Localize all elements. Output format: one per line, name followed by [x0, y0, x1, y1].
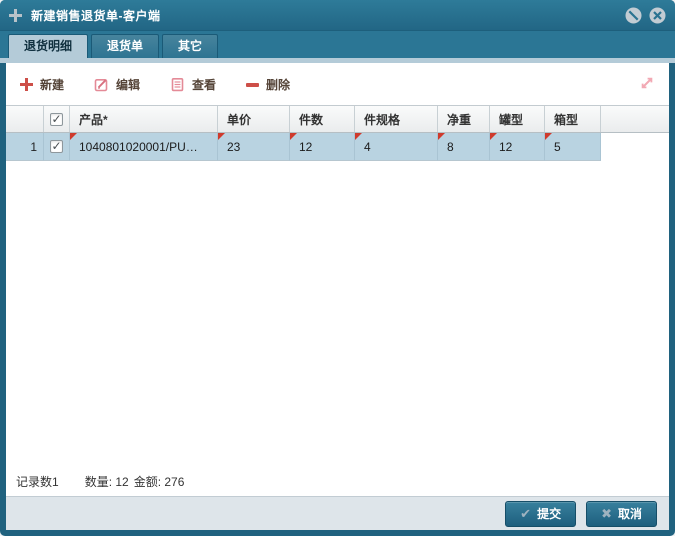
cancel-button[interactable]: ✖ 取消 [586, 501, 657, 527]
cancel-label: 取消 [618, 505, 642, 522]
expand-icon[interactable] [639, 75, 655, 91]
row-select-cell: ✓ [44, 133, 70, 161]
plus-icon [9, 9, 22, 22]
header-net-weight[interactable]: 净重 [438, 106, 490, 132]
new-sales-return-dialog: 新建销售退货单-客户端 退货明细 退货单 其它 新建 [0, 0, 675, 536]
check-icon: ✔ [520, 506, 531, 522]
edit-row-button[interactable]: 编辑 [94, 76, 140, 93]
x-icon: ✖ [601, 506, 612, 522]
header-unit-price[interactable]: 单价 [218, 106, 290, 132]
dirty-cell-marker [218, 133, 225, 140]
tab-return-detail[interactable]: 退货明细 [8, 34, 88, 58]
dirty-cell-marker [490, 133, 497, 140]
row-checkbox[interactable]: ✓ [50, 140, 63, 153]
dialog-title: 新建销售退货单-客户端 [31, 7, 161, 24]
footer-bar: ✔ 提交 ✖ 取消 [6, 496, 669, 530]
record-count: 记录数1 [16, 473, 59, 490]
edit-row-label: 编辑 [116, 76, 140, 93]
piece-spec-cell[interactable]: 4 [355, 133, 438, 161]
close-icon[interactable] [649, 7, 666, 24]
new-row-button[interactable]: 新建 [20, 76, 64, 93]
grid-toolbar: 新建 编辑 查看 删除 [6, 63, 669, 105]
pencil-square-icon [94, 77, 109, 92]
can-type-cell[interactable]: 12 [490, 133, 545, 161]
tab-bar: 退货明细 退货单 其它 [0, 30, 675, 58]
dirty-cell-marker [290, 133, 297, 140]
grid-empty-area [6, 161, 669, 466]
tab-return-order[interactable]: 退货单 [91, 34, 159, 58]
header-product[interactable]: 产品* [70, 106, 218, 132]
table-row: 1 ✓ 1040801020001/PU… 23 12 [6, 133, 669, 161]
minus-icon [246, 78, 259, 91]
amount-total: 金额: 276 [134, 473, 185, 490]
tab-other[interactable]: 其它 [162, 34, 218, 58]
can-type-value: 12 [499, 140, 512, 154]
view-row-label: 查看 [192, 76, 216, 93]
prohibit-icon[interactable] [625, 7, 642, 24]
product-value: 1040801020001/PU… [79, 140, 198, 154]
header-piece-spec[interactable]: 件规格 [355, 106, 438, 132]
dirty-cell-marker [70, 133, 77, 140]
new-row-label: 新建 [40, 76, 64, 93]
row-number-cell: 1 [6, 133, 44, 161]
status-bar: 记录数1 数量: 12 金额: 276 [6, 466, 669, 496]
dirty-cell-marker [355, 133, 362, 140]
select-all-checkbox[interactable]: ✓ [50, 113, 63, 126]
grid-header-row: ✓ 产品* 单价 件数 件规格 净重 罐型 箱型 [6, 105, 669, 133]
piece-spec-value: 4 [364, 140, 371, 154]
piece-count-value: 12 [299, 140, 312, 154]
dirty-cell-marker [438, 133, 445, 140]
submit-label: 提交 [537, 505, 561, 522]
delete-row-button[interactable]: 删除 [246, 76, 290, 93]
net-weight-cell[interactable]: 8 [438, 133, 490, 161]
dirty-cell-marker [545, 133, 552, 140]
header-piece-count[interactable]: 件数 [290, 106, 355, 132]
header-filler [601, 106, 669, 132]
header-can-type[interactable]: 罐型 [490, 106, 545, 132]
delete-row-label: 删除 [266, 76, 290, 93]
document-list-icon [170, 77, 185, 92]
view-row-button[interactable]: 查看 [170, 76, 216, 93]
dialog-titlebar[interactable]: 新建销售退货单-客户端 [0, 0, 675, 30]
return-items-grid: ✓ 产品* 单价 件数 件规格 净重 罐型 箱型 1 ✓ 10408010200… [6, 105, 669, 161]
plus-icon [20, 78, 33, 91]
row-filler [601, 133, 669, 161]
piece-count-cell[interactable]: 12 [290, 133, 355, 161]
box-type-value: 5 [554, 140, 561, 154]
unit-price-value: 23 [227, 140, 240, 154]
quantity-total: 数量: 12 [85, 473, 129, 490]
net-weight-value: 8 [447, 140, 454, 154]
header-row-number [6, 106, 44, 132]
header-select-all: ✓ [44, 106, 70, 132]
box-type-cell[interactable]: 5 [545, 133, 601, 161]
unit-price-cell[interactable]: 23 [218, 133, 290, 161]
header-box-type[interactable]: 箱型 [545, 106, 601, 132]
dialog-content: 新建 编辑 查看 删除 [6, 63, 669, 530]
product-cell[interactable]: 1040801020001/PU… [70, 133, 218, 161]
submit-button[interactable]: ✔ 提交 [505, 501, 576, 527]
